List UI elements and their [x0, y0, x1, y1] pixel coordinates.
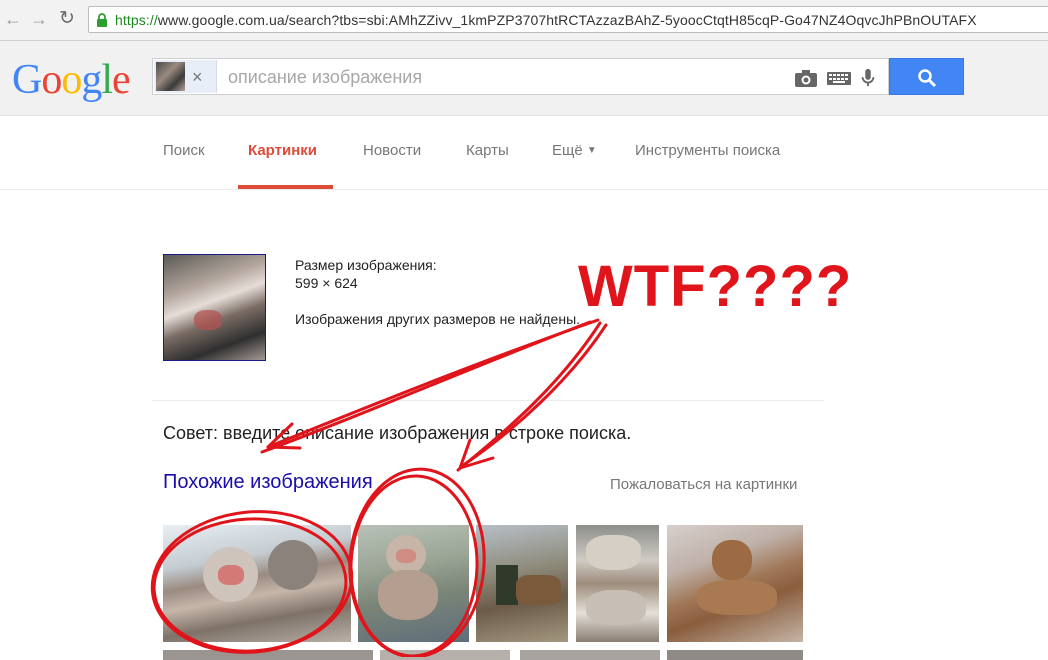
tab-more[interactable]: Ещё ▼	[552, 142, 597, 159]
google-header: Google × описание изображения	[0, 41, 1048, 116]
address-bar[interactable]: https://www.google.com.ua/search?tbs=sbi…	[88, 6, 1048, 33]
reload-icon[interactable]: ↻	[56, 8, 78, 30]
divider	[152, 400, 824, 401]
size-value: 599 × 624	[295, 275, 358, 291]
lock-icon	[97, 13, 107, 27]
report-images-link[interactable]: Пожаловаться на картинки	[610, 476, 797, 493]
similar-image-thumbnail[interactable]	[576, 525, 659, 642]
similar-image-thumbnail[interactable]	[520, 650, 660, 660]
query-image-thumbnail	[156, 62, 185, 91]
search-input[interactable]: описание изображения	[228, 67, 422, 88]
tab-more-label: Ещё	[552, 142, 583, 159]
similar-image-thumbnail[interactable]	[667, 525, 803, 642]
similar-images-link[interactable]: Похожие изображения	[163, 471, 373, 494]
search-button[interactable]	[889, 58, 964, 95]
camera-icon[interactable]	[794, 68, 818, 88]
keyboard-icon[interactable]	[827, 68, 851, 88]
similar-image-thumbnail[interactable]	[163, 525, 351, 642]
size-label: Размер изображения:	[295, 257, 437, 273]
search-tabs: Поиск Картинки Новости Карты Ещё ▼ Инстр…	[0, 116, 1048, 190]
dropdown-arrow-icon: ▼	[586, 145, 597, 156]
url-scheme: https://	[115, 12, 158, 28]
similar-image-thumbnail[interactable]	[667, 650, 803, 660]
browser-toolbar: ← → ↻ https://www.google.com.ua/search?t…	[0, 0, 1048, 41]
no-other-sizes-text: Изображения других размеров не найдены.	[295, 311, 581, 327]
search-box[interactable]: × описание изображения	[152, 58, 889, 95]
similar-image-thumbnail[interactable]	[380, 650, 510, 660]
query-image-chip: ×	[154, 60, 217, 93]
url-path: www.google.com.ua/search?tbs=sbi:AMhZZiv…	[157, 12, 977, 28]
query-image[interactable]	[163, 254, 266, 361]
tab-search[interactable]: Поиск	[163, 142, 205, 159]
microphone-icon[interactable]	[859, 68, 877, 88]
active-tab-indicator	[238, 185, 333, 189]
similar-image-thumbnail[interactable]	[358, 525, 469, 642]
tab-search-tools[interactable]: Инструменты поиска	[635, 142, 780, 159]
close-icon[interactable]: ×	[192, 67, 203, 88]
back-arrow-icon[interactable]: ←	[2, 8, 24, 30]
forward-arrow-icon[interactable]: →	[28, 8, 50, 30]
tab-images[interactable]: Картинки	[248, 142, 317, 159]
search-icon	[918, 69, 937, 88]
tab-news[interactable]: Новости	[363, 142, 421, 159]
tab-maps[interactable]: Карты	[466, 142, 509, 159]
url-text: https://www.google.com.ua/search?tbs=sbi…	[115, 12, 977, 28]
annotation-arrow	[460, 323, 608, 468]
similar-image-thumbnail[interactable]	[163, 650, 373, 660]
annotation-text: WTF????	[578, 254, 853, 319]
similar-image-thumbnail[interactable]	[476, 525, 568, 642]
google-logo[interactable]: Google	[12, 56, 131, 104]
tip-text: Совет: введите описание изображения в ст…	[163, 423, 632, 443]
image-info: Размер изображения: 599 × 624 Изображени…	[295, 256, 580, 328]
